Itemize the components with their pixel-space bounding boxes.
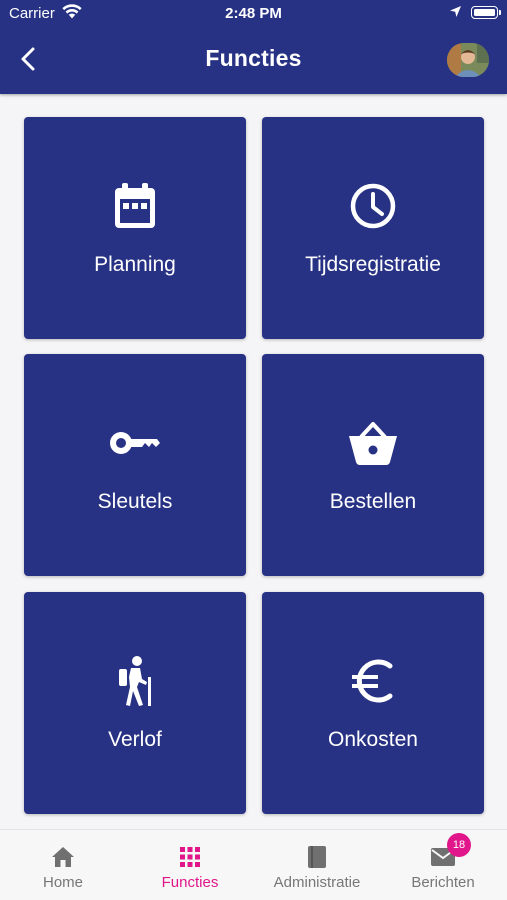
tile-label: Verlof — [108, 728, 162, 751]
tile-label: Sleutels — [97, 490, 173, 513]
home-icon — [52, 847, 74, 867]
apps-grid-icon — [180, 847, 200, 867]
hiking-icon — [119, 656, 151, 706]
basket-icon — [349, 422, 397, 465]
tile-onkosten[interactable]: Onkosten — [262, 592, 484, 814]
tile-label: Bestellen — [329, 490, 417, 513]
location-arrow-icon — [450, 6, 461, 17]
tab-berichten[interactable]: Berichten — [380, 830, 506, 900]
tile-label: Onkosten — [328, 728, 418, 751]
battery-icon — [471, 6, 501, 19]
tile-sleutels[interactable]: Sleutels — [24, 354, 246, 576]
tile-planning[interactable]: Planning — [24, 117, 246, 339]
tile-verlof[interactable]: Verlof — [24, 592, 246, 814]
tab-label: Home — [42, 874, 83, 891]
key-icon — [110, 432, 160, 454]
tile-label: Planning — [94, 253, 176, 276]
avatar[interactable] — [447, 43, 489, 77]
app-header: Carrier 2:48 PM Functies — [0, 0, 507, 94]
tile-tijdsregistratie[interactable]: Tijdsregistratie — [262, 117, 484, 339]
book-icon — [308, 846, 326, 868]
tab-label: Administratie — [273, 874, 361, 891]
bottom-tab-bar: Home Functies Administratie Berichten — [0, 829, 507, 900]
tile-bestellen[interactable]: Bestellen — [262, 354, 484, 576]
tab-functies[interactable]: Functies — [127, 830, 253, 900]
tab-label: Functies — [161, 874, 219, 891]
functions-grid: Planning Tijdsregistratie Sleutels Beste… — [24, 117, 484, 814]
tab-home[interactable]: Home — [0, 830, 126, 900]
calendar-icon — [115, 183, 155, 228]
page-title: Functies — [205, 45, 302, 71]
tile-label: Tijdsregistratie — [305, 253, 441, 276]
messages-badge: 18 — [447, 833, 471, 857]
status-bar: Carrier 2:48 PM — [0, 0, 507, 28]
status-time: 2:48 PM — [225, 5, 282, 22]
tab-label: Berichten — [411, 874, 475, 891]
tab-administratie[interactable]: Administratie — [254, 830, 380, 900]
clock-icon — [350, 183, 396, 229]
euro-icon — [352, 659, 393, 703]
